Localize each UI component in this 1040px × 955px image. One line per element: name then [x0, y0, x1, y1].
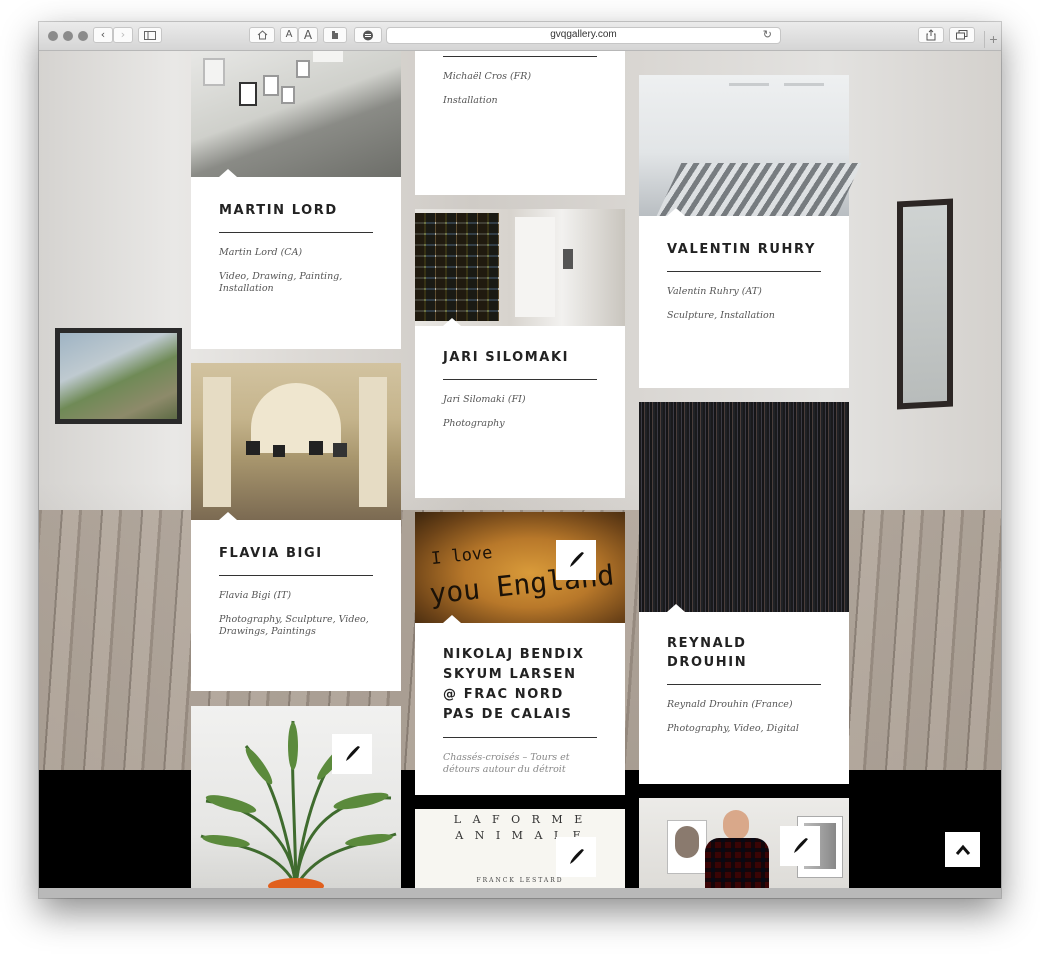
- image-text-author: FRANCK LESTARD: [476, 877, 564, 884]
- card-valentin-ruhry[interactable]: VALENTIN RUHRY Valentin Ruhry (AT) Sculp…: [639, 75, 862, 388]
- tabs-icon: [956, 30, 968, 40]
- card-title[interactable]: VALENTIN RUHRY: [667, 240, 821, 259]
- card-portrait-photo[interactable]: [639, 798, 849, 888]
- speech-bubble-icon: [363, 30, 373, 41]
- card-title[interactable]: REYNALD DROUHIN: [667, 634, 821, 672]
- card-body-jari-silomaki: JARI SILOMAKI Jari Silomaki (FI) Photogr…: [415, 326, 625, 498]
- back-button[interactable]: ‹: [93, 27, 113, 43]
- chevron-left-icon: ‹: [100, 28, 106, 41]
- card-subtitle: Chassés-croisés – Tours et détours autou…: [443, 752, 570, 775]
- text-larger-button[interactable]: A: [298, 27, 318, 43]
- card-artist: Valentin Ruhry (AT): [667, 286, 762, 297]
- card-image-martin-lord[interactable]: [191, 50, 401, 177]
- card-divider: [443, 379, 597, 380]
- card-notch: [219, 169, 237, 177]
- card-divider: [219, 575, 373, 576]
- window-bottom-bar: [39, 888, 1001, 898]
- card-body-flavia-bigi: FLAVIA BIGI Flavia Bigi (IT) Photography…: [191, 520, 401, 691]
- card-palm-plant[interactable]: [191, 706, 401, 888]
- card-edit-button[interactable]: [556, 837, 596, 877]
- home-button[interactable]: [249, 27, 275, 43]
- reader-button[interactable]: [354, 27, 382, 43]
- background-framed-picture: [897, 198, 953, 410]
- card-title[interactable]: JARI SILOMAKI: [443, 348, 597, 367]
- card-disciplines: Video, Drawing, Painting, Installation: [219, 271, 343, 294]
- card-title[interactable]: FLAVIA BIGI: [219, 544, 373, 563]
- card-disciplines: Sculpture, Installation: [667, 310, 775, 321]
- card-divider: [667, 684, 821, 685]
- card-nikolaj-larsen[interactable]: I love you England NIKOLAJ BENDIX SKYUM …: [415, 512, 625, 795]
- pen-icon: [346, 746, 360, 761]
- card-disciplines: Installation: [443, 95, 498, 106]
- card-jari-silomaki[interactable]: JARI SILOMAKI Jari Silomaki (FI) Photogr…: [415, 209, 625, 498]
- card-body-michael-cros: Michaël Cros (FR) Installation: [415, 50, 625, 195]
- card-notch: [219, 512, 237, 520]
- card-image-flavia-bigi[interactable]: [191, 363, 401, 520]
- close-window-button[interactable]: [48, 31, 58, 41]
- pen-icon: [570, 849, 584, 864]
- card-notch: [667, 604, 685, 612]
- card-artist: Jari Silomaki (FI): [443, 394, 526, 405]
- card-artist: Martin Lord (CA): [219, 247, 303, 258]
- scroll-to-top-button[interactable]: [945, 832, 980, 867]
- minimize-window-button[interactable]: [63, 31, 73, 41]
- address-url: gvqgallery.com: [550, 29, 617, 40]
- card-body-nikolaj-larsen: NIKOLAJ BENDIX SKYUM LARSEN @ FRAC NORD …: [415, 623, 625, 795]
- card-body-valentin-ruhry: VALENTIN RUHRY Valentin Ruhry (AT) Sculp…: [639, 216, 849, 388]
- card-notch: [443, 318, 461, 326]
- pen-icon: [794, 838, 808, 853]
- card-flavia-bigi[interactable]: FLAVIA BIGI Flavia Bigi (IT) Photography…: [191, 363, 401, 691]
- browser-window: ‹ › A A gvqgallery.com ↻ + MARTIN LORD M…: [39, 22, 1001, 898]
- image-graffiti-line-1: I love: [430, 542, 494, 570]
- card-body-reynald-drouhin: REYNALD DROUHIN Reynald Drouhin (France)…: [639, 612, 849, 784]
- card-image-reynald-drouhin[interactable]: [639, 402, 849, 612]
- card-artist: Flavia Bigi (IT): [219, 590, 292, 601]
- card-title[interactable]: NIKOLAJ BENDIX SKYUM LARSEN @ FRAC NORD …: [443, 645, 597, 725]
- card-reynald-drouhin[interactable]: REYNALD DROUHIN Reynald Drouhin (France)…: [639, 402, 849, 784]
- card-image-valentin-ruhry[interactable]: [639, 75, 862, 216]
- puzzle-icon: [332, 31, 338, 39]
- image-text-line-1: L A F O R M E: [453, 813, 587, 826]
- sidebar-icon: [144, 31, 156, 40]
- tabs-overview-button[interactable]: [949, 27, 975, 43]
- card-divider: [443, 56, 597, 57]
- page-viewport: MARTIN LORD Martin Lord (CA) Video, Draw…: [39, 50, 1001, 888]
- card-michael-cros[interactable]: Michaël Cros (FR) Installation: [415, 50, 625, 195]
- share-icon: [926, 29, 936, 41]
- card-notch: [443, 615, 461, 623]
- card-artist: Michaël Cros (FR): [443, 71, 532, 82]
- card-la-forme-animale[interactable]: L A F O R M E A N I M A L E FRANCK LESTA…: [415, 809, 625, 888]
- card-artist: Reynald Drouhin (France): [667, 699, 793, 710]
- card-divider: [667, 271, 821, 272]
- forward-button[interactable]: ›: [113, 27, 133, 43]
- browser-toolbar: ‹ › A A gvqgallery.com ↻ +: [39, 22, 1001, 51]
- address-bar[interactable]: gvqgallery.com ↻: [386, 27, 781, 44]
- sidebar-button[interactable]: [138, 27, 162, 43]
- zoom-window-button[interactable]: [78, 31, 88, 41]
- card-disciplines: Photography: [443, 418, 505, 429]
- chevron-right-icon: ›: [120, 28, 126, 41]
- card-body-martin-lord: MARTIN LORD Martin Lord (CA) Video, Draw…: [191, 177, 401, 349]
- home-icon: [257, 30, 267, 40]
- new-tab-button[interactable]: +: [984, 31, 1001, 48]
- chevron-up-icon: [955, 844, 970, 855]
- card-edit-button[interactable]: [780, 826, 820, 866]
- extension-button[interactable]: [323, 27, 347, 43]
- card-edit-button[interactable]: [332, 734, 372, 774]
- card-divider: [219, 232, 373, 233]
- share-button[interactable]: [918, 27, 944, 43]
- card-martin-lord[interactable]: MARTIN LORD Martin Lord (CA) Video, Draw…: [191, 50, 401, 349]
- card-disciplines: Photography, Video, Digital: [667, 723, 799, 734]
- reload-icon[interactable]: ↻: [763, 28, 772, 41]
- card-title[interactable]: MARTIN LORD: [219, 201, 373, 220]
- pen-icon: [570, 552, 584, 567]
- card-disciplines: Photography, Sculpture, Video, Drawings,…: [219, 614, 369, 637]
- text-smaller-button[interactable]: A: [280, 27, 298, 43]
- background-framed-landscape: [55, 328, 182, 424]
- card-notch: [667, 208, 685, 216]
- card-image-jari-silomaki[interactable]: [415, 209, 625, 326]
- card-edit-button[interactable]: [556, 540, 596, 580]
- card-divider: [443, 737, 597, 738]
